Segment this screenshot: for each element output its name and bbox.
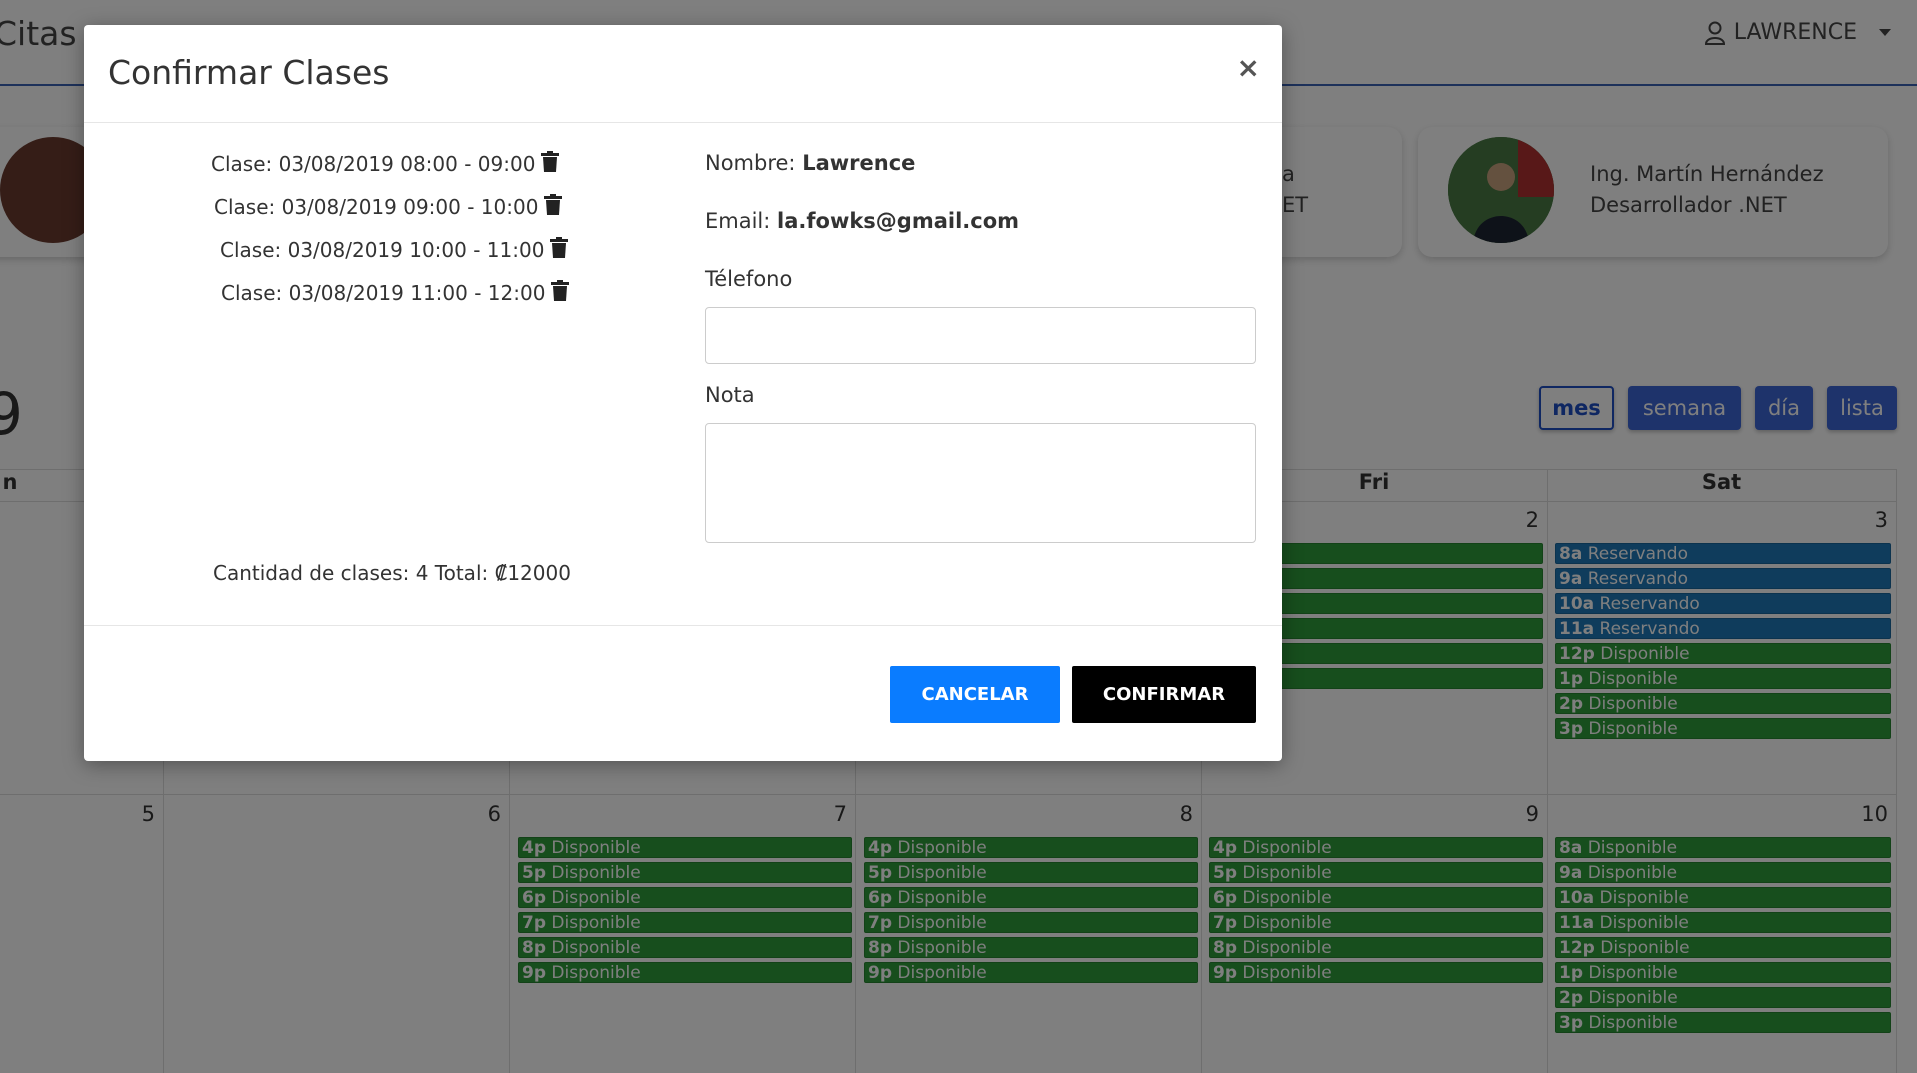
trash-icon[interactable] (551, 280, 570, 306)
modal-title: Confirmar Clases (108, 53, 390, 92)
trash-icon[interactable] (550, 237, 569, 263)
email-info: Email: la.fowks@gmail.com (705, 209, 1019, 233)
classes-summary: Cantidad de clases: 4 Total: ₡12000 (213, 561, 571, 585)
class-item-label: Clase: 03/08/2019 08:00 - 09:00 (211, 152, 536, 176)
class-item: Clase: 03/08/2019 09:00 - 10:00 (214, 194, 563, 220)
close-icon[interactable]: × (1237, 51, 1260, 84)
phone-input[interactable] (705, 307, 1256, 364)
confirm-classes-modal: Confirmar Clases × Clase: 03/08/2019 08:… (84, 25, 1282, 761)
modal-header: Confirmar Clases × (84, 25, 1282, 123)
modal-footer-divider (84, 625, 1282, 626)
trash-icon[interactable] (541, 151, 560, 177)
note-label: Nota (705, 383, 755, 407)
name-info: Nombre: Lawrence (705, 151, 915, 175)
class-item: Clase: 03/08/2019 10:00 - 11:00 (220, 237, 569, 263)
class-item: Clase: 03/08/2019 08:00 - 09:00 (211, 151, 560, 177)
trash-icon[interactable] (544, 194, 563, 220)
email-label: Email: (705, 209, 771, 233)
name-label: Nombre: (705, 151, 796, 175)
name-value: Lawrence (802, 151, 916, 175)
cancel-button[interactable]: CANCELAR (890, 666, 1060, 723)
class-item-label: Clase: 03/08/2019 11:00 - 12:00 (221, 281, 546, 305)
email-value: la.fowks@gmail.com (777, 209, 1020, 233)
class-item-label: Clase: 03/08/2019 09:00 - 10:00 (214, 195, 539, 219)
note-textarea[interactable] (705, 423, 1256, 543)
confirm-button[interactable]: CONFIRMAR (1072, 666, 1256, 723)
class-item: Clase: 03/08/2019 11:00 - 12:00 (221, 280, 570, 306)
class-item-label: Clase: 03/08/2019 10:00 - 11:00 (220, 238, 545, 262)
phone-label: Télefono (705, 267, 793, 291)
